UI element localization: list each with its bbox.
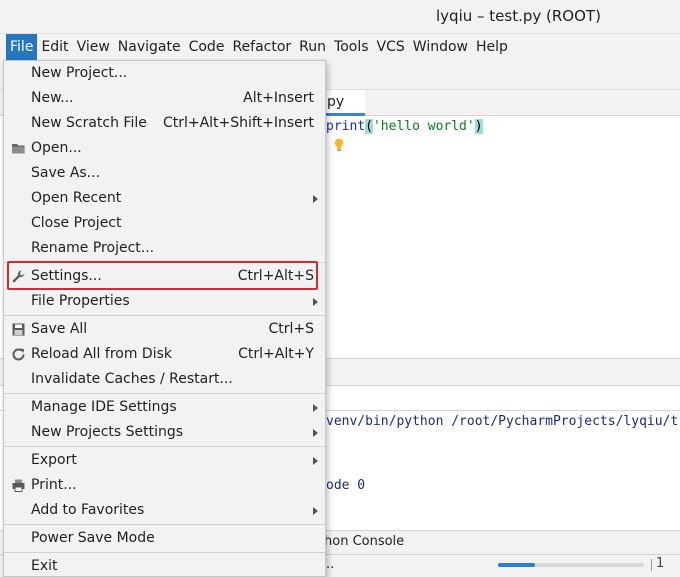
menu-item-label: Open Recent bbox=[31, 190, 122, 206]
menu-item-save-as[interactable]: Save As... bbox=[4, 161, 325, 186]
folder-icon bbox=[12, 144, 25, 154]
menu-item-close-project[interactable]: Close Project bbox=[4, 211, 325, 236]
menu-item-label: New Project... bbox=[31, 65, 128, 81]
status-ellipsis: .. bbox=[326, 557, 335, 572]
printer-icon bbox=[12, 479, 25, 492]
menu-help[interactable]: Help bbox=[472, 34, 512, 60]
submenu-arrow-icon bbox=[313, 404, 318, 412]
run-exit-text: ode 0 bbox=[326, 478, 366, 493]
submenu-arrow-icon bbox=[313, 507, 318, 515]
submenu-arrow-icon bbox=[313, 429, 318, 437]
settings-highlight-box bbox=[7, 261, 318, 290]
menu-separator bbox=[4, 315, 325, 316]
menu-item-open[interactable]: Open... bbox=[4, 136, 325, 161]
menu-vcs[interactable]: VCS bbox=[373, 34, 409, 60]
menu-item-label: Close Project bbox=[31, 215, 122, 231]
menu-item-manage-ide-settings[interactable]: Manage IDE Settings bbox=[4, 395, 325, 420]
menu-window[interactable]: Window bbox=[409, 34, 472, 60]
menu-item-shortcut: Ctrl+S bbox=[268, 321, 314, 337]
menu-item-label: New Scratch File bbox=[31, 115, 147, 131]
submenu-arrow-icon bbox=[313, 298, 318, 306]
submenu-arrow-icon bbox=[313, 457, 318, 465]
menu-item-label: New... bbox=[31, 90, 74, 106]
title-bar: lyqiu – test.py (ROOT) bbox=[0, 0, 680, 34]
menu-item-label: Power Save Mode bbox=[31, 530, 155, 546]
menu-separator bbox=[4, 524, 325, 525]
menu-item-label: Reload All from Disk bbox=[31, 346, 172, 362]
menu-item-print[interactable]: Print... bbox=[4, 473, 325, 498]
code-line-1[interactable]: print('hello world') bbox=[326, 118, 483, 136]
menu-item-power-save-mode[interactable]: Power Save Mode bbox=[4, 526, 325, 551]
menu-item-export[interactable]: Export bbox=[4, 448, 325, 473]
menu-separator bbox=[4, 393, 325, 394]
code-keyword: print bbox=[326, 119, 366, 134]
menu-item-label: Print... bbox=[31, 477, 77, 493]
menu-item-invalidate-caches[interactable]: Invalidate Caches / Restart... bbox=[4, 367, 325, 392]
menu-tools[interactable]: Tools bbox=[330, 34, 373, 60]
menu-item-exit[interactable]: Exit bbox=[4, 554, 325, 577]
menu-item-new-project[interactable]: New Project... bbox=[4, 61, 325, 86]
menu-separator bbox=[4, 446, 325, 447]
progress-fill bbox=[498, 563, 535, 567]
editor-tab-test-py[interactable]: py bbox=[323, 90, 365, 116]
menu-item-rename-project[interactable]: Rename Project... bbox=[4, 236, 325, 261]
status-divider bbox=[651, 559, 652, 571]
menu-item-label: Add to Favorites bbox=[31, 502, 145, 518]
menu-item-new[interactable]: New... Alt+Insert bbox=[4, 86, 325, 111]
menu-item-label: Open... bbox=[31, 140, 82, 156]
menu-item-label: Save As... bbox=[31, 165, 101, 181]
menu-refactor[interactable]: Refactor bbox=[228, 34, 295, 60]
reload-icon bbox=[12, 348, 25, 361]
menu-item-label: Export bbox=[31, 452, 77, 468]
menu-item-new-scratch-file[interactable]: New Scratch File Ctrl+Alt+Shift+Insert bbox=[4, 111, 325, 136]
python-console-tab[interactable]: hon Console bbox=[324, 534, 404, 549]
menu-edit[interactable]: Edit bbox=[37, 34, 72, 60]
menu-item-label: Manage IDE Settings bbox=[31, 399, 177, 415]
menu-run[interactable]: Run bbox=[295, 34, 330, 60]
menu-item-file-properties[interactable]: File Properties bbox=[4, 289, 325, 314]
menu-code[interactable]: Code bbox=[185, 34, 229, 60]
menu-item-label: File Properties bbox=[31, 293, 130, 309]
code-close-paren: ) bbox=[474, 119, 483, 134]
menu-view[interactable]: View bbox=[73, 34, 114, 60]
menu-bar: File Edit View Navigate Code Refactor Ru… bbox=[0, 34, 680, 60]
menu-item-shortcut: Ctrl+Alt+Shift+Insert bbox=[162, 115, 314, 131]
menu-item-save-all[interactable]: Save All Ctrl+S bbox=[4, 317, 325, 342]
save-icon bbox=[12, 323, 25, 336]
menu-item-new-projects-settings[interactable]: New Projects Settings bbox=[4, 420, 325, 445]
menu-item-label: Invalidate Caches / Restart... bbox=[31, 371, 233, 387]
menu-file[interactable]: File bbox=[6, 34, 38, 60]
code-open-paren: ( bbox=[365, 119, 373, 134]
editor-tab-label: py bbox=[327, 94, 345, 110]
run-command-text: venv/bin/python /root/PycharmProjects/ly… bbox=[326, 414, 679, 429]
menu-separator bbox=[4, 552, 325, 553]
menu-item-label: Rename Project... bbox=[31, 240, 155, 256]
menu-item-open-recent[interactable]: Open Recent bbox=[4, 186, 325, 211]
menu-navigate[interactable]: Navigate bbox=[114, 34, 185, 60]
menu-item-shortcut: Alt+Insert bbox=[243, 90, 314, 106]
menu-item-shortcut: Ctrl+Alt+Y bbox=[238, 346, 314, 362]
background-task-progress[interactable] bbox=[498, 563, 644, 567]
menu-item-label: New Projects Settings bbox=[31, 424, 184, 440]
status-right-text: 1 bbox=[656, 556, 665, 571]
menu-item-label: Save All bbox=[31, 321, 88, 337]
window-title: lyqiu – test.py (ROOT) bbox=[436, 7, 601, 25]
lightbulb-icon[interactable] bbox=[333, 138, 345, 152]
menu-item-add-to-favorites[interactable]: Add to Favorites bbox=[4, 498, 325, 523]
file-menu-dropdown: New Project... New... Alt+Insert New Scr… bbox=[3, 60, 326, 577]
menu-item-reload-all[interactable]: Reload All from Disk Ctrl+Alt+Y bbox=[4, 342, 325, 367]
submenu-arrow-icon bbox=[313, 195, 318, 203]
code-string: 'hello world' bbox=[372, 119, 475, 134]
menu-item-label: Exit bbox=[31, 558, 58, 574]
